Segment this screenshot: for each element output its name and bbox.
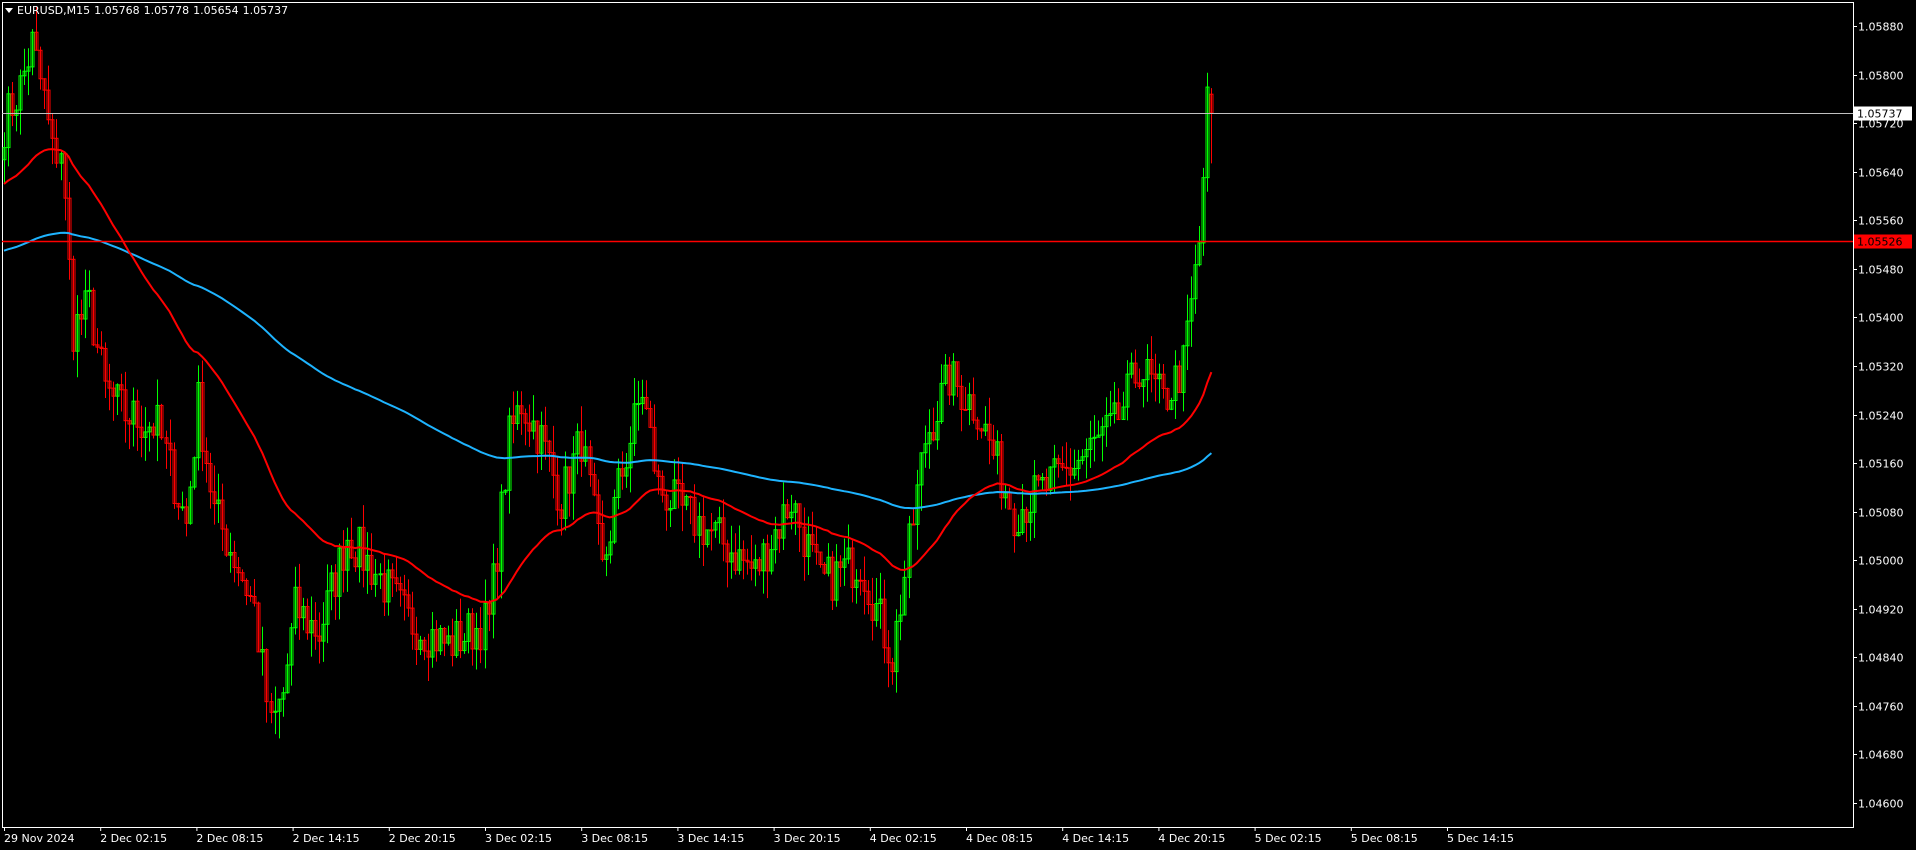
candle-body bbox=[248, 595, 253, 598]
x-tick-label: 3 Dec 08:15 bbox=[581, 832, 648, 845]
x-tick-label: 5 Dec 14:15 bbox=[1447, 832, 1514, 845]
ohlc-open: 1.05768 bbox=[94, 4, 140, 17]
x-tick-label: 3 Dec 14:15 bbox=[677, 832, 744, 845]
ohlc-low: 1.05654 bbox=[193, 4, 239, 17]
x-tick-label: 2 Dec 20:15 bbox=[389, 832, 456, 845]
candle-body bbox=[87, 289, 92, 292]
candle-body bbox=[1064, 466, 1069, 469]
candle bbox=[192, 456, 197, 490]
chart-background bbox=[0, 0, 1916, 850]
x-tick-label: 2 Dec 08:15 bbox=[196, 832, 263, 845]
candle bbox=[256, 601, 261, 653]
x-tick-label: 4 Dec 08:15 bbox=[966, 832, 1033, 845]
x-tick-label: 3 Dec 20:15 bbox=[774, 832, 841, 845]
y-tick-label: 1.04680 bbox=[1858, 749, 1904, 762]
y-tick-label: 1.05080 bbox=[1858, 507, 1904, 520]
candle bbox=[91, 287, 96, 347]
y-tick-label: 1.05800 bbox=[1858, 70, 1904, 83]
candle-body bbox=[911, 523, 916, 526]
y-tick-label: 1.05400 bbox=[1858, 312, 1904, 325]
x-tick-label: 2 Dec 14:15 bbox=[293, 832, 360, 845]
x-tick-label: 2 Dec 02:15 bbox=[100, 832, 167, 845]
candle bbox=[224, 524, 229, 557]
level-price-tag: 1.05526 bbox=[1854, 234, 1912, 249]
candle bbox=[438, 625, 443, 655]
y-tick-label: 1.05240 bbox=[1858, 410, 1904, 423]
candle bbox=[1205, 72, 1210, 192]
x-tick-label: 4 Dec 02:15 bbox=[870, 832, 937, 845]
y-tick-label: 1.05000 bbox=[1858, 555, 1904, 568]
candle-body bbox=[636, 403, 641, 406]
candle-body bbox=[688, 496, 693, 499]
y-tick-label: 1.05320 bbox=[1858, 361, 1904, 374]
candle bbox=[188, 480, 193, 525]
x-tick-label: 5 Dec 02:15 bbox=[1255, 832, 1322, 845]
candle bbox=[1201, 167, 1206, 256]
y-tick-label: 1.05480 bbox=[1858, 264, 1904, 277]
y-tick-label: 1.04840 bbox=[1858, 652, 1904, 665]
y-tick-label: 1.04920 bbox=[1858, 604, 1904, 617]
candle-body bbox=[180, 506, 185, 509]
bid-price-label: 1.05737 bbox=[1857, 108, 1903, 121]
candle-body bbox=[378, 573, 383, 576]
bid-price-tag: 1.05737 bbox=[1854, 106, 1912, 121]
collapse-triangle-icon[interactable] bbox=[5, 8, 13, 13]
chart-header: EURUSD,M15 1.05768 1.05778 1.05654 1.057… bbox=[5, 4, 288, 17]
symbol-label: EURUSD,M15 bbox=[17, 4, 91, 17]
ohlc-close: 1.05737 bbox=[242, 4, 289, 17]
y-tick-label: 1.04600 bbox=[1858, 798, 1904, 811]
x-tick-label: 3 Dec 02:15 bbox=[485, 832, 552, 845]
y-tick-label: 1.05640 bbox=[1858, 167, 1904, 180]
candle-body bbox=[1092, 436, 1097, 439]
y-tick-label: 1.05560 bbox=[1858, 215, 1904, 228]
candle bbox=[71, 255, 76, 361]
x-tick-label: 4 Dec 20:15 bbox=[1158, 832, 1225, 845]
price-chart[interactable]: 1.058801.058001.057201.056401.055601.054… bbox=[0, 0, 1916, 850]
candle bbox=[1165, 387, 1170, 412]
ohlc-high: 1.05778 bbox=[143, 4, 190, 17]
candle bbox=[705, 529, 710, 548]
y-tick-label: 1.05160 bbox=[1858, 458, 1904, 471]
candle bbox=[159, 403, 164, 440]
y-tick-label: 1.04760 bbox=[1858, 701, 1904, 714]
candle-body bbox=[963, 408, 968, 411]
candle bbox=[172, 442, 177, 509]
x-tick-label: 4 Dec 14:15 bbox=[1062, 832, 1129, 845]
x-tick-label: 29 Nov 2024 bbox=[4, 832, 74, 845]
level-price-label: 1.05526 bbox=[1857, 236, 1903, 249]
y-tick-label: 1.05880 bbox=[1858, 21, 1904, 34]
x-tick-label: 5 Dec 08:15 bbox=[1351, 832, 1418, 845]
candle-body bbox=[709, 529, 714, 532]
candle-body bbox=[858, 579, 863, 582]
